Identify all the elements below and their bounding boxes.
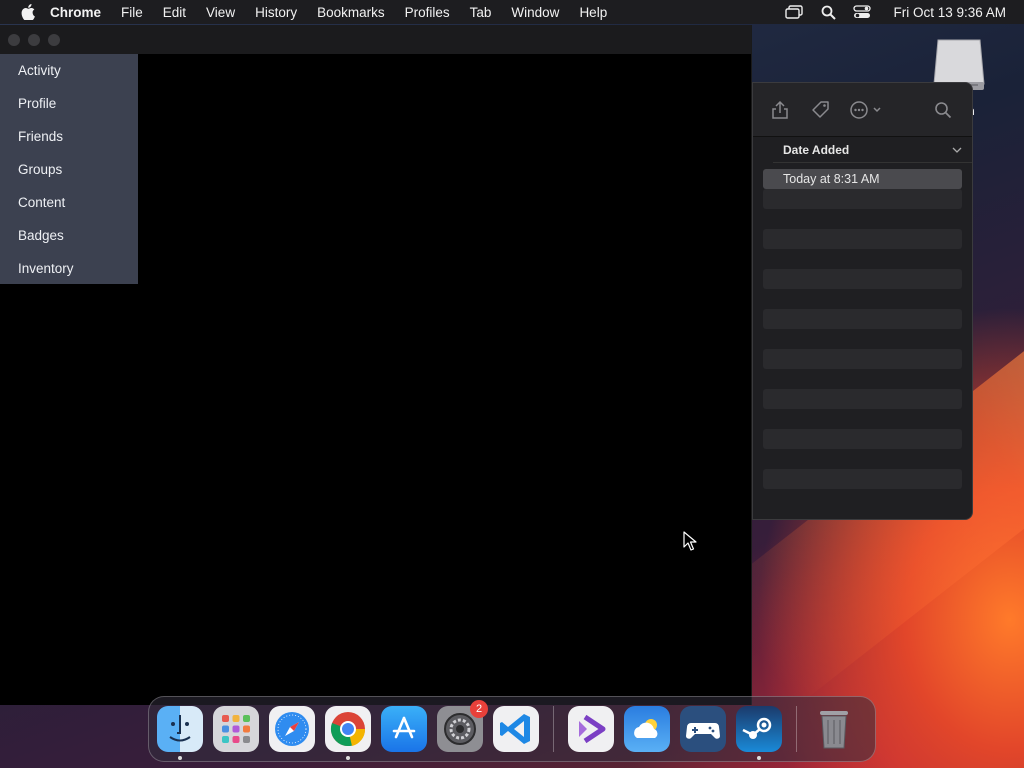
file-list-row[interactable] <box>763 189 962 209</box>
dock-app-visual-studio[interactable] <box>568 706 614 752</box>
spotlight-search-icon[interactable] <box>819 4 837 20</box>
sidebar-item-badges[interactable]: Badges <box>0 219 138 252</box>
sidebar-item-inventory[interactable]: Inventory <box>0 252 138 285</box>
apple-logo-icon[interactable] <box>20 4 36 20</box>
file-list-row[interactable] <box>763 289 962 309</box>
finder-window: Date Added Today at 8:31 AM <box>752 82 973 520</box>
menu-app-name[interactable]: Chrome <box>50 5 101 20</box>
running-indicator <box>346 756 350 760</box>
dock-app-system-settings[interactable]: 2 <box>437 700 488 752</box>
sidebar-item-friends[interactable]: Friends <box>0 120 138 153</box>
menu-help[interactable]: Help <box>579 5 607 20</box>
file-list-row[interactable] <box>763 369 962 389</box>
trash-icon <box>820 711 848 749</box>
gamepad-icon <box>686 723 720 739</box>
column-header-label: Date Added <box>783 142 850 157</box>
chrome-window: Activity Profile Friends Groups Content … <box>0 25 752 705</box>
share-icon[interactable] <box>769 99 791 121</box>
file-list-row[interactable] <box>763 409 962 429</box>
file-list-row[interactable] <box>763 249 962 269</box>
app-store-icon <box>392 716 416 739</box>
mouse-cursor-icon <box>683 531 697 551</box>
menu-bar-clock[interactable]: Fri Oct 13 9:36 AM <box>893 5 1006 20</box>
sidebar-item-content[interactable]: Content <box>0 186 138 219</box>
zoom-window-button[interactable] <box>48 33 60 46</box>
dock: 2 <box>148 696 876 762</box>
status-area: Fri Oct 13 9:36 AM <box>785 4 1012 20</box>
file-list-row[interactable] <box>763 389 962 409</box>
sort-chevron-icon <box>952 147 962 153</box>
dock-app-vscode[interactable] <box>493 706 539 752</box>
steam-icon <box>742 717 772 739</box>
file-list-row[interactable] <box>763 269 962 289</box>
sidebar-item-profile[interactable]: Profile <box>0 87 138 120</box>
dock-app-steam[interactable] <box>736 706 782 760</box>
more-actions-icon[interactable] <box>849 99 885 121</box>
dock-app-weather[interactable] <box>624 706 670 752</box>
menu-window[interactable]: Window <box>511 5 559 20</box>
running-indicator <box>757 756 761 760</box>
sidebar-nav: Activity Profile Friends Groups Content … <box>0 54 138 284</box>
menu-tab[interactable]: Tab <box>470 5 492 20</box>
file-list-row[interactable] <box>763 429 962 449</box>
menu-bookmarks[interactable]: Bookmarks <box>317 5 385 20</box>
dock-separator <box>553 706 554 752</box>
finder-file-list: Today at 8:31 AM <box>763 169 962 489</box>
menu-bar: Chrome File Edit View History Bookmarks … <box>0 0 1024 24</box>
tag-icon[interactable] <box>809 99 831 121</box>
launchpad-icon <box>222 715 250 743</box>
notification-badge: 2 <box>470 700 488 718</box>
screen-mirroring-icon[interactable] <box>785 4 804 20</box>
menu-view[interactable]: View <box>206 5 235 20</box>
visual-studio-icon <box>579 714 606 744</box>
vscode-icon <box>500 714 530 744</box>
dock-app-app-store[interactable] <box>381 706 427 752</box>
dock-app-game-controller[interactable] <box>680 706 726 752</box>
menu-edit[interactable]: Edit <box>163 5 186 20</box>
sidebar-item-groups[interactable]: Groups <box>0 153 138 186</box>
file-list-row[interactable] <box>763 209 962 229</box>
file-list-row[interactable] <box>763 329 962 349</box>
dock-app-safari[interactable] <box>269 706 315 752</box>
running-indicator <box>178 756 182 760</box>
safari-icon <box>275 712 309 746</box>
menu-profiles[interactable]: Profiles <box>405 5 450 20</box>
minimize-window-button[interactable] <box>28 33 40 46</box>
finder-toolbar <box>753 83 972 137</box>
window-title-bar[interactable] <box>0 25 751 54</box>
file-list-row[interactable] <box>763 229 962 249</box>
chrome-icon <box>330 712 366 747</box>
dock-app-chrome[interactable] <box>325 706 371 760</box>
file-list-row[interactable] <box>763 449 962 469</box>
weather-icon <box>634 719 658 738</box>
dock-app-finder[interactable] <box>157 706 203 760</box>
control-center-icon[interactable] <box>853 4 872 20</box>
close-window-button[interactable] <box>8 33 20 46</box>
dock-app-trash[interactable] <box>811 706 857 752</box>
sidebar-item-activity[interactable]: Activity <box>0 54 138 87</box>
dock-separator <box>796 706 797 752</box>
finder-search-icon[interactable] <box>932 99 954 121</box>
dock-app-launchpad[interactable] <box>213 706 259 752</box>
file-list-row[interactable]: Today at 8:31 AM <box>763 169 962 189</box>
file-list-row[interactable] <box>763 469 962 489</box>
file-list-row[interactable] <box>763 349 962 369</box>
finder-icon <box>169 715 191 742</box>
menu-history[interactable]: History <box>255 5 297 20</box>
menu-file[interactable]: File <box>121 5 143 20</box>
file-list-row[interactable] <box>763 309 962 329</box>
date-added-column-header[interactable]: Date Added <box>773 137 972 163</box>
